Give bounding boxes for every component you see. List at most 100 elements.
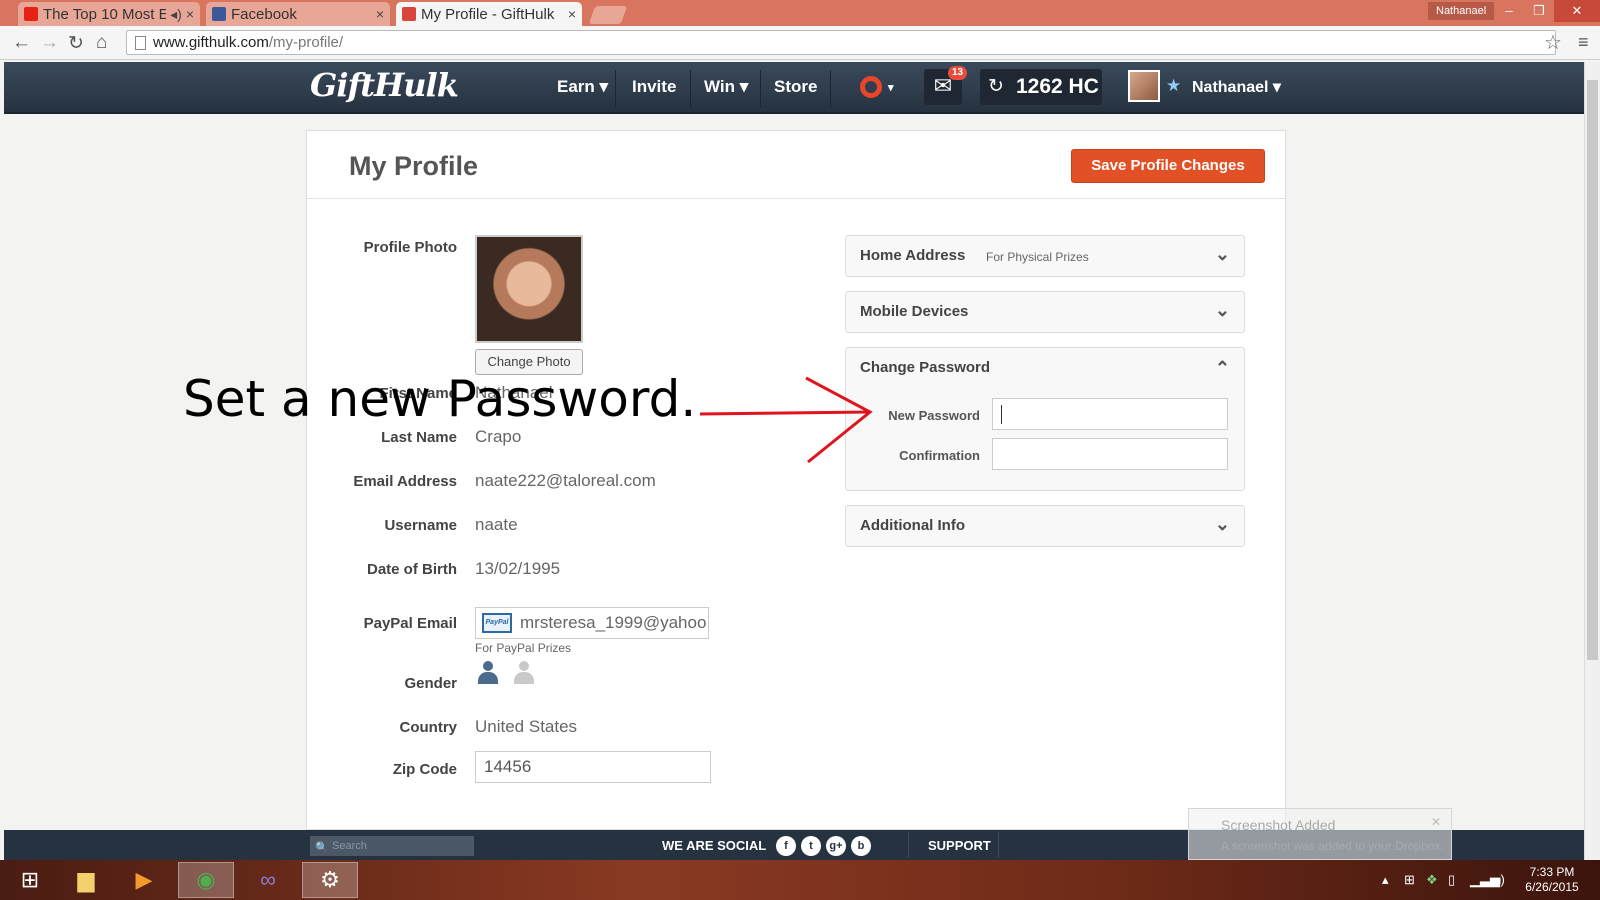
refresh-icon[interactable]: ↻ xyxy=(988,75,1004,98)
close-window-icon[interactable]: ✕ xyxy=(1554,0,1600,22)
system-clock[interactable]: 7:33 PM 6/26/2015 xyxy=(1512,865,1592,895)
reload-icon[interactable]: ↻ xyxy=(68,32,84,55)
close-icon[interactable]: × xyxy=(568,6,576,22)
toast-body: A screenshot was added to your Dropbox. xyxy=(1221,839,1444,853)
url-host: www.gifthulk.com xyxy=(153,34,269,51)
hamburger-menu-icon[interactable]: ≡ xyxy=(1578,32,1589,53)
infinity-app-icon[interactable]: ∞ xyxy=(240,862,296,898)
card-header: My Profile Save Profile Changes xyxy=(307,131,1285,199)
nav-store[interactable]: Store xyxy=(774,77,817,97)
confirmation-input[interactable] xyxy=(992,438,1228,470)
avatar[interactable] xyxy=(1128,70,1160,102)
browser-toolbar: ← → ↻ ⌂ www.gifthulk.com/my-profile/ ☆ ≡ xyxy=(0,26,1600,60)
windows-flag-icon[interactable]: ⊞ xyxy=(1404,872,1415,888)
home-icon[interactable]: ⌂ xyxy=(96,32,107,54)
volume-icon[interactable]: ◂) xyxy=(1494,872,1505,888)
nav-invite[interactable]: Invite xyxy=(632,77,676,97)
lifesaver-icon[interactable] xyxy=(860,76,882,98)
user-menu[interactable]: Nathanael ▾ xyxy=(1192,77,1281,97)
support-link[interactable]: SUPPORT xyxy=(928,838,991,853)
dropbox-toast[interactable]: Screenshot Added A screenshot was added … xyxy=(1188,808,1452,860)
profile-card: My Profile Save Profile Changes Profile … xyxy=(306,130,1286,830)
nav-divider xyxy=(690,70,691,108)
tab-label: My Profile - GiftHulk xyxy=(421,5,555,23)
bookmark-star-icon[interactable]: ☆ xyxy=(1544,30,1562,55)
twitter-icon[interactable]: t xyxy=(801,836,821,856)
last-name-value: Crapo xyxy=(475,427,522,446)
toast-title: Screenshot Added xyxy=(1221,817,1336,833)
hc-balance: 1262 HC xyxy=(1016,75,1099,98)
new-tab-button[interactable] xyxy=(588,6,628,24)
clock-date: 6/26/2015 xyxy=(1525,880,1579,894)
dob-value: 13/02/1995 xyxy=(475,559,561,578)
forward-icon[interactable]: → xyxy=(40,32,59,54)
minimize-icon[interactable]: – xyxy=(1494,0,1524,22)
close-icon[interactable]: ✕ xyxy=(1431,815,1441,829)
chevron-down-icon[interactable]: ⌄ xyxy=(1215,300,1230,321)
url-path: /my-profile/ xyxy=(268,34,344,51)
tab-youtube[interactable]: The Top 10 Most E ◂) × xyxy=(18,2,200,26)
nav-earn[interactable]: Earn ▾ xyxy=(557,77,608,97)
zip-code-input[interactable]: 14456 xyxy=(475,751,711,783)
tab-gifthulk[interactable]: My Profile - GiftHulk × xyxy=(396,2,582,26)
gender-label: Gender xyxy=(404,675,457,692)
save-profile-button[interactable]: Save Profile Changes xyxy=(1071,149,1265,183)
paypal-email-input[interactable]: PayPal mrsteresa_1999@yahoo xyxy=(475,607,709,639)
tab-facebook[interactable]: Facebook × xyxy=(206,2,390,26)
dob-label: Date of Birth xyxy=(367,561,457,578)
paypal-label: PayPal Email xyxy=(363,615,457,632)
back-icon[interactable]: ← xyxy=(12,32,31,54)
paypal-hint: For PayPal Prizes xyxy=(475,641,572,655)
country-value: United States xyxy=(475,717,578,736)
chevron-down-icon[interactable]: ⌄ xyxy=(1215,514,1230,535)
panel-subtitle: For Physical Prizes xyxy=(986,250,1089,264)
facebook-icon[interactable]: f xyxy=(776,836,796,856)
restore-icon[interactable]: ❐ xyxy=(1524,0,1554,22)
chevron-down-icon[interactable]: ⌄ xyxy=(1215,244,1230,265)
tab-label: Facebook xyxy=(231,5,297,23)
dropbox-tray-icon[interactable]: ❖ xyxy=(1426,872,1438,888)
profile-photo xyxy=(475,235,583,343)
chevron-up-icon[interactable]: ⌃ xyxy=(1215,358,1230,379)
windows-taskbar: ⊞ ▆ ▶ ◉ ∞ ⚙ ▴ ⊞ ❖ ▯ ▁▃▅ ◂) 7:33 PM 6/26/… xyxy=(0,860,1600,900)
male-icon[interactable] xyxy=(477,661,499,687)
battery-icon[interactable]: ▯ xyxy=(1448,872,1455,888)
nav-win[interactable]: Win ▾ xyxy=(704,77,748,97)
country-label: Country xyxy=(399,719,458,736)
home-address-panel[interactable]: Home Address For Physical Prizes ⌄ xyxy=(845,235,1245,277)
change-password-panel: Change Password ⌃ New Password Confirmat… xyxy=(845,347,1245,491)
mobile-devices-panel[interactable]: Mobile Devices ⌄ xyxy=(845,291,1245,333)
chevron-down-icon[interactable]: ▾ xyxy=(888,81,894,94)
last-name-label: Last Name xyxy=(381,429,457,446)
site-logo[interactable]: GiftHulk xyxy=(310,66,459,104)
page-scrollbar[interactable] xyxy=(1584,62,1600,860)
close-icon[interactable]: × xyxy=(186,6,194,22)
browser-user-chip[interactable]: Nathanael xyxy=(1428,2,1495,20)
panel-title: Home Address xyxy=(860,247,966,264)
zip-label: Zip Code xyxy=(392,761,457,778)
youtube-icon xyxy=(24,7,38,21)
site-header: GiftHulk Earn ▾ Invite Win ▾ Store ▾ ✉ 1… xyxy=(4,62,1584,114)
close-icon[interactable]: × xyxy=(376,6,384,22)
scrollbar-thumb[interactable] xyxy=(1587,80,1598,660)
media-player-icon[interactable]: ▶ xyxy=(116,862,172,898)
balance-box[interactable]: ↻ 1262 HC xyxy=(980,69,1102,105)
speaker-icon: ◂) xyxy=(170,5,182,22)
file-explorer-icon[interactable]: ▆ xyxy=(58,862,114,898)
panel-title[interactable]: Change Password xyxy=(860,359,990,376)
blog-icon[interactable]: b xyxy=(851,836,871,856)
nav-divider xyxy=(615,70,616,108)
username-label: Username xyxy=(384,517,457,534)
address-bar[interactable]: www.gifthulk.com/my-profile/ xyxy=(126,30,1556,55)
facebook-icon xyxy=(212,7,226,21)
additional-info-panel[interactable]: Additional Info ⌄ xyxy=(845,505,1245,547)
footer-search-input[interactable]: 🔍 Search xyxy=(310,836,474,856)
chrome-icon[interactable]: ◉ xyxy=(178,862,234,898)
female-icon[interactable] xyxy=(513,661,535,687)
windows-start-icon[interactable]: ⊞ xyxy=(2,862,58,898)
google-plus-icon[interactable]: g+ xyxy=(826,836,846,856)
social-label: WE ARE SOCIAL xyxy=(662,838,767,853)
tray-overflow-icon[interactable]: ▴ xyxy=(1382,872,1389,888)
steam-icon[interactable]: ⚙ xyxy=(302,862,358,898)
new-password-input[interactable] xyxy=(992,398,1228,430)
